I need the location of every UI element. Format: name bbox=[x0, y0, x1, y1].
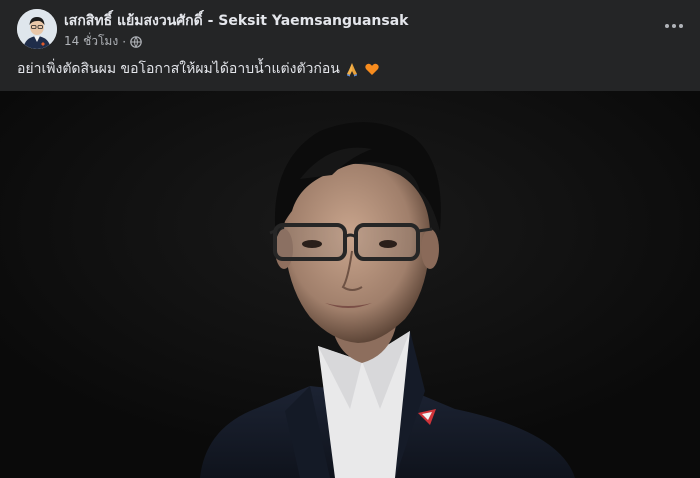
post-meta: 14 ชั่วโมง · bbox=[64, 32, 142, 51]
post-photo[interactable] bbox=[0, 91, 700, 478]
orange-heart-emoji bbox=[364, 61, 380, 77]
post-timestamp[interactable]: 14 ชั่วโมง bbox=[64, 32, 118, 51]
author-avatar[interactable] bbox=[17, 9, 57, 49]
post-header: เสกสิทธิ์ แย้มสงวนศักดิ์ - Seksit Yaemsa… bbox=[0, 0, 700, 52]
facebook-post: เสกสิทธิ์ แย้มสงวนศักดิ์ - Seksit Yaemsa… bbox=[0, 0, 700, 478]
more-options-icon[interactable] bbox=[660, 12, 688, 40]
avatar-image bbox=[17, 9, 57, 49]
meta-separator: · bbox=[122, 34, 127, 49]
portrait-image bbox=[0, 91, 700, 478]
caption-text: อย่าเพิ่งตัดสินผม ขอโอกาสให้ผมได้อาบน้ำแ… bbox=[17, 61, 340, 77]
author-name[interactable]: เสกสิทธิ์ แย้มสงวนศักดิ์ - Seksit Yaemsa… bbox=[64, 10, 409, 32]
folded-hands-emoji bbox=[344, 61, 360, 77]
globe-icon[interactable] bbox=[130, 35, 142, 48]
post-caption: อย่าเพิ่งตัดสินผม ขอโอกาสให้ผมได้อาบน้ำแ… bbox=[17, 58, 380, 80]
